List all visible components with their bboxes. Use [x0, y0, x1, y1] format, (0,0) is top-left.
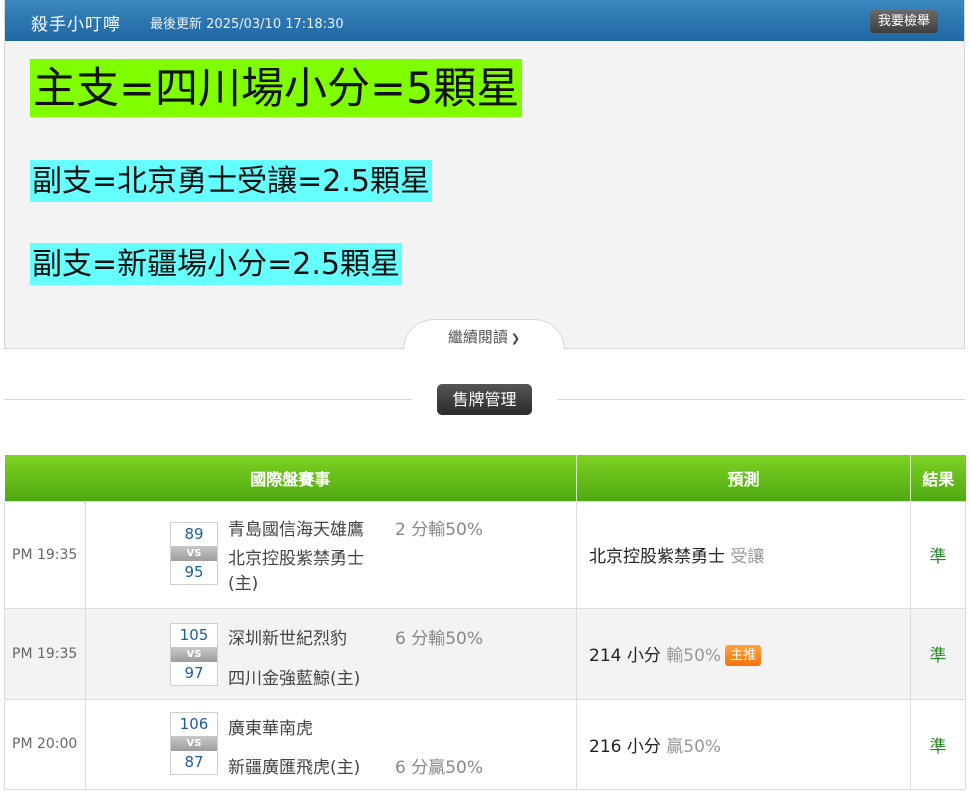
score-box: 89 VS 95 [170, 521, 218, 585]
read-more-button[interactable]: 繼續閱讀 ❯ [403, 319, 565, 350]
score-away: 89 [184, 524, 204, 543]
handicap-result: 6 分輸50% [395, 628, 484, 649]
post-header: 殺手小叮嚀 最後更新 2025/03/10 17:18:30 我要檢舉 [5, 0, 964, 41]
table-row: PM 20:00 106 VS 87 廣東華南虎 新疆廣匯飛虎(主) 6 分贏5… [4, 698, 967, 790]
team-away[interactable]: 深圳新世紀烈豹 [228, 624, 347, 649]
post-card: 殺手小叮嚀 最後更新 2025/03/10 17:18:30 我要檢舉 主支=四… [4, 0, 965, 349]
vs-label: VS [171, 735, 217, 751]
header-result: 結果 [910, 455, 966, 501]
table-header-row: 國際盤賽事 預測 結果 [4, 455, 966, 501]
result-cell: 準 [910, 607, 967, 700]
sales-management-button[interactable]: 售牌管理 [437, 384, 532, 415]
prediction-pick: 北京控股紫禁勇士 [589, 547, 726, 567]
divider-left [4, 399, 412, 400]
score-home: 87 [184, 752, 204, 771]
prediction-type: 贏50% [666, 736, 722, 757]
last-updated: 最後更新 2025/03/10 17:18:30 [150, 13, 344, 32]
game-time: PM 19:35 [4, 500, 86, 609]
prediction-type: 輸50% [666, 646, 722, 666]
prediction-cell: 214 小分 輸50% 主推 [576, 607, 912, 700]
divider-right [557, 399, 965, 400]
prediction-cell: 216 小分 贏50% [576, 698, 912, 790]
header-prediction: 預測 [576, 455, 912, 501]
main-pick: 主支=四川場小分=5顆星 [30, 59, 523, 117]
result-cell: 準 [910, 698, 967, 790]
report-button[interactable]: 我要檢舉 [869, 10, 938, 33]
game-time: PM 20:00 [4, 698, 86, 790]
last-updated-label: 最後更新 [150, 17, 203, 32]
score-away: 105 [179, 625, 209, 644]
score-home: 95 [184, 562, 204, 581]
team-away[interactable]: 廣東華南虎 [228, 714, 313, 739]
sub-pick-2: 副支=新疆場小分=2.5顆星 [30, 243, 402, 285]
prediction-cell: 北京控股紫禁勇士 受讓 [576, 500, 912, 609]
score-box: 105 VS 97 [170, 622, 218, 686]
handicap-result: 2 分輸50% [395, 519, 484, 540]
result-cell: 準 [910, 500, 967, 609]
table-row: PM 19:35 89 VS 95 青島國信海天雄鷹 2 分輸50% 北京控股紫… [4, 500, 967, 609]
match-cell: 105 VS 97 深圳新世紀烈豹 6 分輸50% 四川金強藍鯨(主) [84, 607, 578, 700]
score-box: 106 VS 87 [170, 711, 218, 775]
team-home[interactable]: 四川金強藍鯨(主) [228, 664, 360, 689]
author-name[interactable]: 殺手小叮嚀 [31, 10, 121, 35]
handicap-result: 6 分贏50% [395, 757, 484, 778]
prediction-pick: 216 小分 [589, 736, 661, 757]
team-home[interactable]: 新疆廣匯飛虎(主) [228, 753, 360, 778]
games-table: 國際盤賽事 預測 結果 PM 19:35 89 VS 95 青島國信海天雄鷹 2… [4, 455, 967, 790]
read-more-label: 繼續閱讀 [447, 328, 508, 346]
header-events: 國際盤賽事 [4, 455, 578, 501]
vs-label: VS [171, 646, 217, 662]
last-updated-time: 2025/03/10 17:18:30 [206, 17, 344, 32]
team-away[interactable]: 青島國信海天雄鷹 [228, 515, 364, 540]
match-cell: 106 VS 87 廣東華南虎 新疆廣匯飛虎(主) 6 分贏50% [84, 698, 578, 790]
prediction-type: 受讓 [730, 547, 765, 567]
sub-pick-1: 副支=北京勇士受讓=2.5顆星 [30, 160, 432, 202]
game-time: PM 19:35 [4, 607, 86, 700]
table-row: PM 19:35 105 VS 97 深圳新世紀烈豹 6 分輸50% 四川金強藍… [4, 607, 967, 700]
team-home[interactable]: 北京控股紫禁勇士(主) [228, 547, 388, 597]
chevron-down-icon: ❯ [510, 332, 521, 345]
score-away: 106 [179, 714, 209, 733]
featured-badge: 主推 [725, 645, 762, 666]
match-cell: 89 VS 95 青島國信海天雄鷹 2 分輸50% 北京控股紫禁勇士(主) [84, 500, 578, 609]
score-home: 97 [184, 663, 204, 682]
vs-label: VS [171, 545, 217, 561]
prediction-pick: 214 小分 [589, 646, 661, 666]
